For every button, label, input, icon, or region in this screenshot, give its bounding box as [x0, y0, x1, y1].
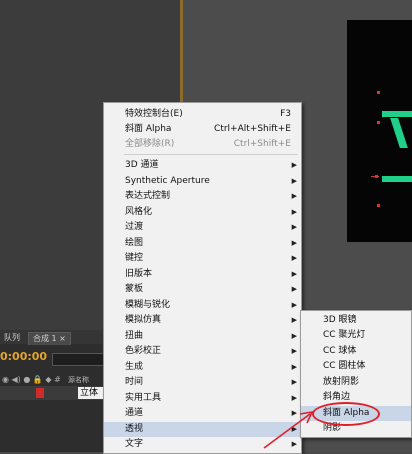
submenu-arrow-icon: ▶ — [291, 332, 297, 340]
menu-item-color-correction[interactable]: 色彩校正 ▶ — [104, 344, 301, 359]
menu-item-expression-controls[interactable]: 表达式控制 ▶ — [104, 189, 301, 204]
pointer-arrow-icon — [263, 410, 314, 449]
menu-item-generate[interactable]: 生成 ▶ — [104, 360, 301, 375]
menu-item-3d-channel[interactable]: 3D 通道 ▶ — [104, 158, 301, 173]
menu-item-time[interactable]: 时间 ▶ — [104, 375, 301, 390]
timecode-display[interactable]: 0:00:00 — [0, 350, 47, 363]
menu-separator — [124, 154, 298, 155]
comp-text-shape — [382, 176, 412, 182]
column-source-name: 源名称 — [68, 376, 89, 384]
submenu-arrow-icon: ▶ — [291, 239, 297, 247]
menu-item-keying[interactable]: 键控 ▶ — [104, 251, 301, 266]
submenu-arrow-icon: ▶ — [291, 378, 297, 386]
menu-item-effect-controls[interactable]: 特效控制台(E) F3 — [104, 107, 301, 122]
menu-item-simulation[interactable]: 模拟仿真 ▶ — [104, 313, 301, 328]
menu-item-transition[interactable]: 过渡 ▶ — [104, 220, 301, 235]
menu-item-paint[interactable]: 绘图 ▶ — [104, 236, 301, 251]
layer-name[interactable]: 立体 — [78, 387, 106, 399]
submenu-arrow-icon: ▶ — [291, 208, 297, 216]
submenu-arrow-icon: ▶ — [291, 192, 297, 200]
highlight-ellipse-annotation — [312, 402, 380, 426]
menu-item-synthetic-aperture[interactable]: Synthetic Aperture ▶ — [104, 174, 301, 189]
submenu-item-cc-cylinder[interactable]: CC 圆柱体 — [301, 359, 411, 374]
tab-render-queue[interactable]: 队列 — [0, 332, 24, 344]
menu-item-utility[interactable]: 实用工具 ▶ — [104, 391, 301, 406]
menu-item-distort[interactable]: 扭曲 ▶ — [104, 329, 301, 344]
submenu-arrow-icon: ▶ — [291, 254, 297, 262]
timeline-search-input[interactable] — [52, 353, 104, 366]
submenu-arrow-icon: ▶ — [291, 394, 297, 402]
submenu-arrow-icon: ▶ — [291, 161, 297, 169]
submenu-arrow-icon: ▶ — [291, 270, 297, 278]
menu-item-bevel-alpha[interactable]: 斜面 Alpha Ctrl+Alt+Shift+E — [104, 122, 301, 137]
bounding-handle[interactable] — [377, 91, 380, 94]
submenu-item-3d-glasses[interactable]: 3D 眼镜 — [301, 313, 411, 328]
bounding-handle[interactable] — [377, 121, 380, 124]
submenu-arrow-icon: ▶ — [291, 285, 297, 293]
submenu-arrow-icon: ▶ — [291, 347, 297, 355]
menu-item-blur-sharpen[interactable]: 模糊与锐化 ▶ — [104, 298, 301, 313]
layer-switch-icons: ◉ ◀) ● 🔒 ◆ # — [2, 375, 61, 384]
submenu-arrow-icon: ▶ — [291, 363, 297, 371]
submenu-item-radial-shadow[interactable]: 放射阴影 — [301, 375, 411, 390]
anchor-point — [371, 176, 379, 177]
submenu-arrow-icon: ▶ — [291, 177, 297, 185]
effect-context-menu: 特效控制台(E) F3 斜面 Alpha Ctrl+Alt+Shift+E 全部移除… — [103, 102, 302, 454]
menu-item-matte[interactable]: 蒙板 ▶ — [104, 282, 301, 297]
menu-item-remove-all[interactable]: 全部移除(R) Ctrl+Shift+E — [104, 137, 301, 152]
submenu-arrow-icon: ▶ — [291, 223, 297, 231]
bounding-handle[interactable] — [377, 204, 380, 207]
submenu-arrow-icon: ▶ — [291, 301, 297, 309]
menu-item-stylize[interactable]: 风格化 ▶ — [104, 205, 301, 220]
tab-comp-1[interactable]: 合成 1 × — [28, 332, 71, 345]
comp-text-shape — [382, 111, 412, 117]
menu-item-obsolete[interactable]: 旧版本 ▶ — [104, 267, 301, 282]
submenu-item-cc-spotlight[interactable]: CC 聚光灯 — [301, 328, 411, 343]
submenu-arrow-icon: ▶ — [291, 316, 297, 324]
layer-label-color[interactable] — [36, 388, 44, 398]
submenu-item-cc-sphere[interactable]: CC 球体 — [301, 344, 411, 359]
